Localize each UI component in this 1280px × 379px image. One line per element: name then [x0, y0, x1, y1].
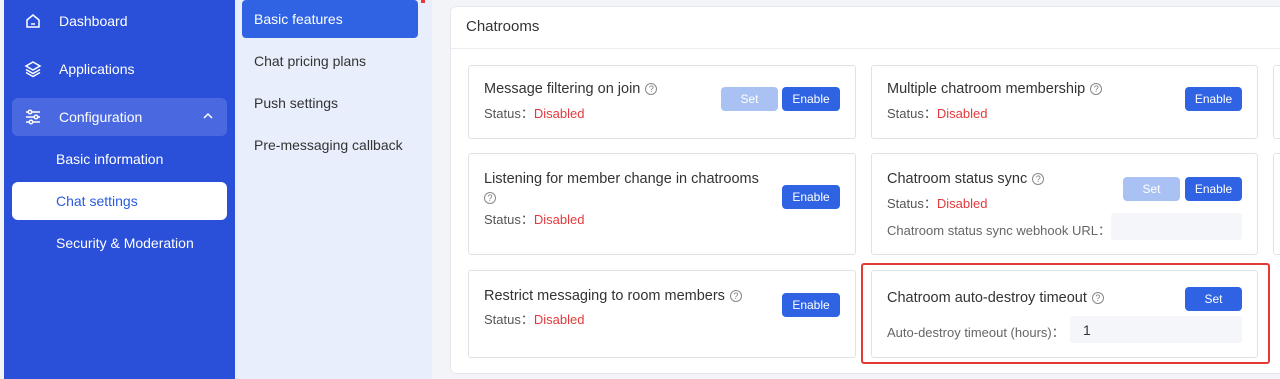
enable-button[interactable]: Enable — [782, 185, 840, 209]
sidebar-item-dashboard[interactable]: Dashboard — [12, 2, 227, 40]
status-prefix: Status： — [484, 106, 534, 121]
sidebar-item-applications[interactable]: Applications — [12, 50, 227, 88]
layers-icon — [24, 60, 42, 78]
annotation-mark — [421, 0, 425, 3]
status-prefix: Status： — [887, 106, 937, 121]
enable-button[interactable]: Enable — [782, 293, 840, 317]
secondary-sidebar: Basic features Chat pricing plans Push s… — [235, 0, 432, 379]
sidebar-item-label: Configuration — [59, 109, 143, 125]
sidebar-item-configuration[interactable]: Configuration — [12, 98, 227, 136]
tab-pre-messaging-callback[interactable]: Pre-messaging callback — [242, 126, 418, 164]
tab-label: Chat pricing plans — [254, 53, 367, 69]
card-title: Multiple chatroom membership? — [887, 81, 1103, 97]
help-icon[interactable]: ? — [1032, 173, 1045, 185]
status-line: Status：Disabled — [484, 309, 584, 328]
sidebar-item-basic-information[interactable]: Basic information — [12, 140, 227, 178]
sidebar-item-label: Security & Moderation — [56, 235, 194, 251]
enable-button[interactable]: Enable — [1185, 177, 1242, 201]
help-icon[interactable]: ? — [484, 192, 496, 204]
help-icon[interactable]: ? — [645, 83, 658, 95]
panel-title: Chatrooms — [466, 18, 540, 35]
home-icon — [24, 12, 42, 30]
status-prefix: Status： — [887, 196, 937, 211]
tab-label: Basic features — [254, 11, 343, 27]
card-partial — [1273, 153, 1280, 255]
status-value: Disabled — [936, 106, 988, 121]
card-title: Chatroom status sync? — [887, 171, 1045, 187]
status-prefix: Status： — [484, 212, 534, 227]
card-title-text: Listening for member change in chatrooms — [484, 171, 759, 187]
status-value: Disabled — [936, 196, 988, 211]
help-icon[interactable]: ? — [1090, 83, 1103, 95]
webhook-url-label: Chatroom status sync webhook URL： — [887, 223, 1111, 238]
help-icon[interactable]: ? — [729, 290, 742, 302]
tab-chat-pricing-plans[interactable]: Chat pricing plans — [242, 42, 418, 80]
primary-sidebar: Dashboard Applications Configuration Bas… — [4, 0, 235, 379]
card-title-text: Restrict messaging to room members — [484, 288, 725, 304]
sidebar-item-label: Basic information — [56, 151, 164, 167]
tab-basic-features[interactable]: Basic features — [242, 0, 418, 38]
card-title-text: Multiple chatroom membership — [887, 81, 1086, 97]
card-title: Listening for member change in chatrooms… — [484, 171, 759, 204]
sidebar-item-label: Dashboard — [59, 13, 128, 29]
card-title: Restrict messaging to room members? — [484, 288, 742, 304]
tab-label: Pre-messaging callback — [254, 137, 403, 153]
set-button[interactable]: Set — [1123, 177, 1180, 201]
status-prefix: Status： — [484, 312, 534, 327]
tab-push-settings[interactable]: Push settings — [242, 84, 418, 122]
card-partial — [1273, 65, 1280, 139]
status-line: Status：Disabled — [484, 209, 584, 228]
card-title-text: Chatroom status sync — [887, 171, 1028, 187]
status-line: Status：Disabled — [887, 193, 987, 212]
sidebar-item-security-moderation[interactable]: Security & Moderation — [12, 224, 227, 262]
enable-button[interactable]: Enable — [782, 87, 840, 111]
webhook-url-input[interactable] — [1111, 213, 1242, 240]
chevron-up-icon[interactable] — [201, 109, 215, 126]
status-value: Disabled — [533, 212, 585, 227]
set-button[interactable]: Set — [721, 87, 778, 111]
card-title: Message filtering on join? — [484, 81, 658, 97]
status-line: Status：Disabled — [484, 103, 584, 122]
status-value: Disabled — [533, 312, 585, 327]
card-title-text: Message filtering on join — [484, 81, 641, 97]
enable-button[interactable]: Enable — [1185, 87, 1242, 111]
sliders-icon — [24, 108, 42, 126]
highlight-box — [861, 263, 1270, 364]
status-value: Disabled — [533, 106, 585, 121]
sidebar-item-chat-settings[interactable]: Chat settings — [12, 182, 227, 220]
status-line: Status：Disabled — [887, 103, 987, 122]
tab-label: Push settings — [254, 95, 339, 111]
sidebar-item-label: Chat settings — [56, 193, 138, 209]
divider — [451, 48, 1280, 49]
sidebar-item-label: Applications — [59, 61, 135, 77]
